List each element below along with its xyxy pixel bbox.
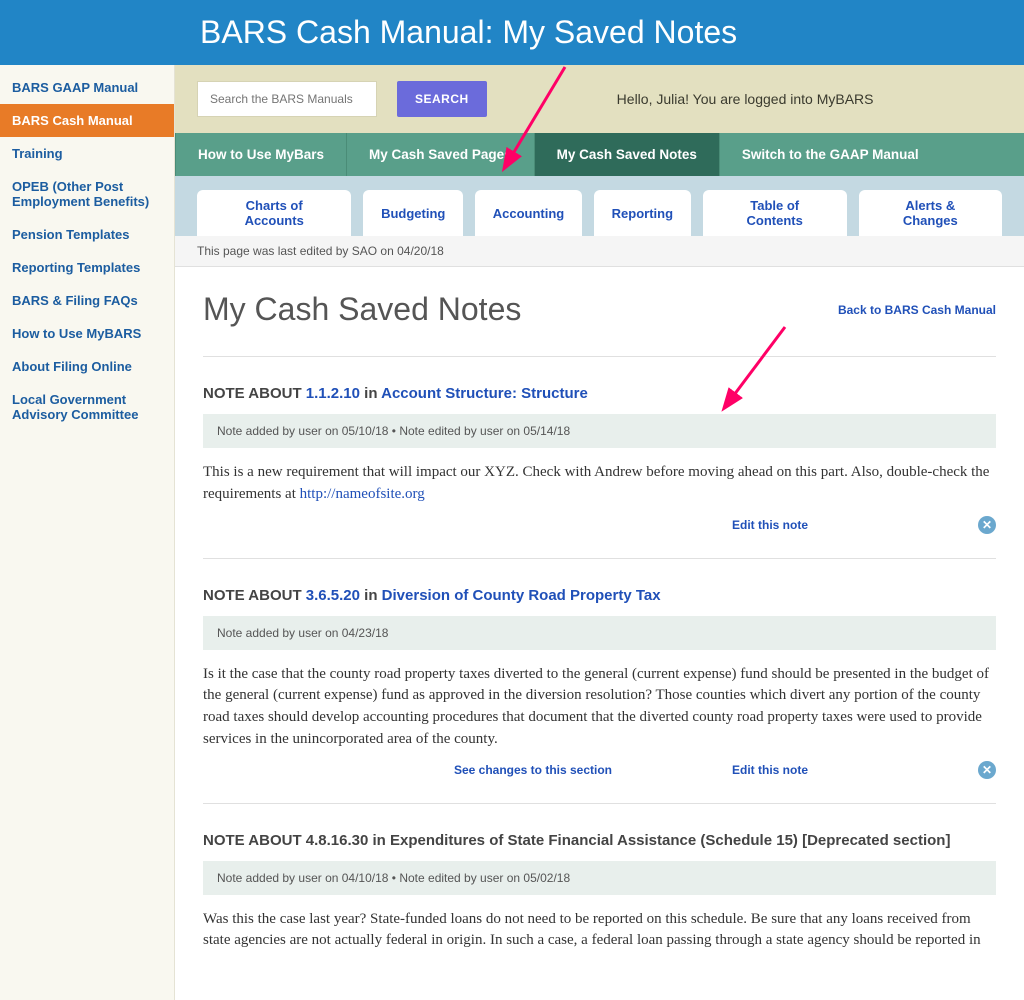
note-meta: Note added by user on 04/23/18 <box>203 616 996 650</box>
note-section-link[interactable]: Diversion of County Road Property Tax <box>382 587 661 604</box>
note-block: NOTE ABOUT 3.6.5.20 in Diversion of Coun… <box>203 558 996 779</box>
sidebar-item-5[interactable]: Reporting Templates <box>0 251 174 284</box>
page-title: My Cash Saved Notes <box>203 291 521 328</box>
note-ref-link[interactable]: 1.1.2.10 <box>306 385 360 402</box>
sidebar-item-4[interactable]: Pension Templates <box>0 218 174 251</box>
close-icon[interactable]: ✕ <box>978 761 996 779</box>
top-strip: SEARCH Hello, Julia! You are logged into… <box>175 65 1024 133</box>
greeting-text: Hello, Julia! You are logged into MyBARS <box>617 91 874 107</box>
sidebar-item-8[interactable]: About Filing Online <box>0 350 174 383</box>
nav-tab-3[interactable]: Switch to the GAAP Manual <box>719 133 941 176</box>
note-body-link[interactable]: http://nameofsite.org <box>300 486 425 502</box>
back-link[interactable]: Back to BARS Cash Manual <box>838 303 996 317</box>
note-meta: Note added by user on 04/10/18 • Note ed… <box>203 861 996 895</box>
search-button[interactable]: SEARCH <box>397 81 487 117</box>
note-body: This is a new requirement that will impa… <box>203 462 996 506</box>
nav-tabs: How to Use MyBarsMy Cash Saved PagesMy C… <box>175 133 1024 176</box>
sub-tab-4[interactable]: Table of Contents <box>703 190 847 236</box>
note-ref-link[interactable]: 3.6.5.20 <box>306 587 360 604</box>
note-meta: Note added by user on 05/10/18 • Note ed… <box>203 414 996 448</box>
close-icon[interactable]: ✕ <box>978 516 996 534</box>
last-edited: This page was last edited by SAO on 04/2… <box>175 236 1024 267</box>
nav-tab-2[interactable]: My Cash Saved Notes <box>534 133 719 176</box>
sidebar-item-9[interactable]: Local Government Advisory Committee <box>0 383 174 431</box>
note-block: NOTE ABOUT 1.1.2.10 in Account Structure… <box>203 356 996 534</box>
sidebar-item-2[interactable]: Training <box>0 137 174 170</box>
note-body: Is it the case that the county road prop… <box>203 664 996 751</box>
sidebar-item-3[interactable]: OPEB (Other Post Employment Benefits) <box>0 170 174 218</box>
sub-tab-5[interactable]: Alerts & Changes <box>859 190 1002 236</box>
page-header: BARS Cash Manual: My Saved Notes <box>0 0 1024 65</box>
nav-tab-1[interactable]: My Cash Saved Pages <box>346 133 534 176</box>
note-body: Was this the case last year? State-funde… <box>203 909 996 953</box>
see-changes-link[interactable]: See changes to this section <box>454 763 612 777</box>
main-content: SEARCH Hello, Julia! You are logged into… <box>175 65 1024 1000</box>
page-header-title: BARS Cash Manual: My Saved Notes <box>200 14 737 50</box>
sub-tab-0[interactable]: Charts of Accounts <box>197 190 351 236</box>
note-heading: NOTE ABOUT 1.1.2.10 in Account Structure… <box>203 385 996 402</box>
sidebar-item-0[interactable]: BARS GAAP Manual <box>0 71 174 104</box>
sub-tab-1[interactable]: Budgeting <box>363 190 463 236</box>
sidebar: BARS GAAP ManualBARS Cash ManualTraining… <box>0 65 175 1000</box>
sub-tab-3[interactable]: Reporting <box>594 190 691 236</box>
search-input[interactable] <box>197 81 377 117</box>
note-heading: NOTE ABOUT 3.6.5.20 in Diversion of Coun… <box>203 587 996 604</box>
content-area: My Cash Saved Notes Back to BARS Cash Ma… <box>175 267 1024 1000</box>
sidebar-item-1[interactable]: BARS Cash Manual <box>0 104 174 137</box>
sidebar-item-7[interactable]: How to Use MyBARS <box>0 317 174 350</box>
note-actions: Edit this note ✕ <box>203 516 996 534</box>
sub-tab-2[interactable]: Accounting <box>475 190 582 236</box>
nav-tab-0[interactable]: How to Use MyBars <box>175 133 346 176</box>
edit-note-link[interactable]: Edit this note <box>732 763 808 777</box>
edit-note-link[interactable]: Edit this note <box>732 518 808 532</box>
sidebar-item-6[interactable]: BARS & Filing FAQs <box>0 284 174 317</box>
note-block: NOTE ABOUT 4.8.16.30 in Expenditures of … <box>203 803 996 953</box>
note-heading: NOTE ABOUT 4.8.16.30 in Expenditures of … <box>203 832 996 849</box>
note-actions: See changes to this section Edit this not… <box>203 761 996 779</box>
sub-tabs: Charts of Accounts Budgeting Accounting Rep… <box>175 176 1024 236</box>
note-section-link[interactable]: Account Structure: Structure <box>381 385 588 402</box>
